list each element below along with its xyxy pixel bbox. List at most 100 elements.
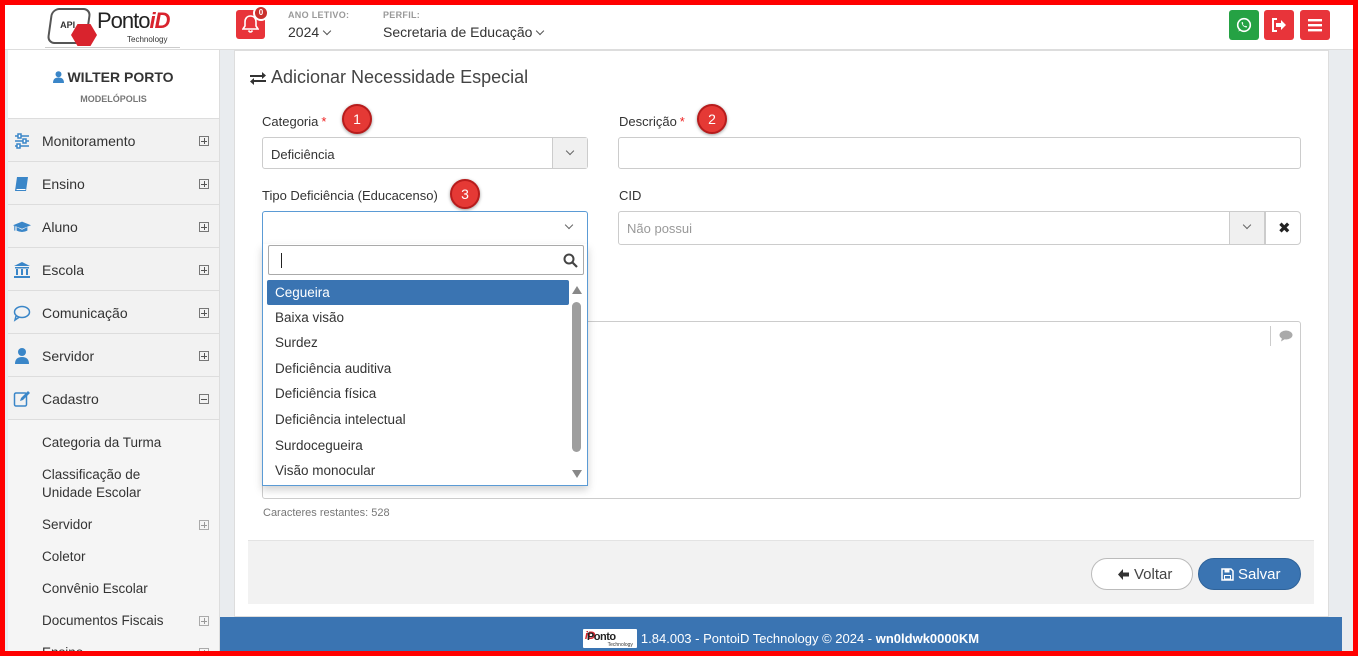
tipo-deficiencia-select[interactable] [262, 211, 588, 245]
school-year-value: 2024 [288, 24, 320, 40]
book-icon [15, 177, 28, 191]
sidebar-subitem-documentos-fiscais[interactable]: Documentos Fiscais [8, 612, 219, 630]
top-bar: API PontoiD Technology 0 ANO LETIVO: 202… [0, 0, 1358, 50]
cid-label: CID [619, 188, 642, 203]
back-button[interactable]: Voltar [1091, 558, 1193, 590]
expand-icon [199, 648, 209, 656]
collapse-icon [199, 394, 209, 404]
hamburger-icon [1308, 19, 1322, 32]
user-panel: WILTER PORTO MODELÓPOLIS [8, 50, 219, 119]
user-city: MODELÓPOLIS [80, 94, 147, 104]
categoria-select[interactable]: Deficiência [262, 137, 588, 169]
tipo-deficiencia-label: Tipo Deficiência (Educacenso) [262, 188, 438, 203]
sidebar-item-aluno[interactable]: Aluno [8, 205, 219, 248]
pontoid-logo[interactable]: API PontoiD Technology [45, 6, 180, 48]
sidebar-subitem-coletor[interactable]: Coletor [8, 548, 219, 566]
dropdown-option-surdocegueira[interactable]: Surdocegueira [267, 433, 569, 458]
logout-button[interactable] [1264, 10, 1294, 40]
categoria-label: Categoria * [262, 114, 327, 129]
sidebar: WILTER PORTO MODELÓPOLIS Monitoramento E… [8, 50, 220, 656]
school-year-label: ANO LETIVO: [288, 10, 350, 20]
step-marker-2: 2 [697, 104, 727, 134]
expand-icon [199, 616, 209, 626]
sign-out-icon [1272, 18, 1286, 32]
exchange-icon [250, 72, 266, 85]
dropdown-option-deficiencia-fisica[interactable]: Deficiência física [267, 381, 569, 406]
dropdown-option-visao-monocular[interactable]: Visão monocular [267, 458, 569, 483]
dropdown-search-input[interactable] [268, 245, 584, 275]
chevron-down-icon[interactable] [552, 138, 587, 168]
dropdown-option-cegueira[interactable]: Cegueira [267, 280, 569, 305]
chevron-down-icon [536, 26, 545, 36]
sidebar-item-servidor[interactable]: Servidor [8, 334, 219, 377]
dropdown-option-baixa-visao[interactable]: Baixa visão [267, 305, 569, 330]
page-footer: Ponto iD Technology 1.84.003 - PontoiD Tech… [220, 617, 1342, 656]
sidebar-item-cadastro[interactable]: Cadastro [8, 377, 219, 420]
descricao-label: Descrição * [619, 114, 685, 129]
close-icon: ✖ [1278, 220, 1291, 237]
sidebar-subitem-classificacao-unidade-escolar[interactable]: Classificação de Unidade Escolar [8, 466, 219, 502]
footer-build-id: wn0ldwk0000KM [875, 631, 980, 646]
sidebar-subitem-servidor[interactable]: Servidor [8, 516, 219, 534]
whatsapp-button[interactable] [1229, 10, 1259, 40]
dropdown-option-deficiencia-intelectual[interactable]: Deficiência intelectual [267, 407, 569, 432]
user-icon [53, 71, 65, 83]
whatsapp-icon [1236, 17, 1252, 33]
cid-select[interactable]: Não possui [618, 211, 1265, 245]
dropdown-option-deficiencia-auditiva[interactable]: Deficiência auditiva [267, 356, 569, 381]
scroll-down-arrow-icon[interactable] [572, 470, 582, 478]
sliders-icon [15, 133, 29, 149]
step-marker-1: 1 [342, 104, 372, 134]
chars-remaining: Caracteres restantes: 528 [263, 507, 390, 519]
scrollbar-thumb[interactable] [572, 302, 581, 452]
expand-icon [199, 265, 209, 275]
footer-logo: Ponto iD Technology [582, 629, 637, 648]
comment-toolbar [1270, 326, 1300, 346]
school-year-selector[interactable]: ANO LETIVO: 2024 [288, 10, 349, 40]
main-menu-button[interactable] [1300, 10, 1330, 40]
user-name: WILTER PORTO [67, 69, 174, 85]
chevron-down-icon[interactable] [552, 212, 587, 242]
expand-icon [199, 136, 209, 146]
profile-label: PERFIL: [383, 10, 421, 20]
categoria-value: Deficiência [271, 147, 335, 162]
institution-icon [14, 262, 30, 278]
footer-version-text: 1.84.003 - PontoiD Technology © 2024 - [640, 631, 876, 646]
chevron-down-icon[interactable] [1229, 212, 1264, 244]
sidebar-subitem-categoria-da-turma[interactable]: Categoria da Turma [8, 434, 219, 452]
sidebar-item-escola[interactable]: Escola [8, 248, 219, 291]
cadastro-submenu: Categoria da Turma Classificação de Unid… [8, 420, 219, 656]
search-icon [563, 253, 578, 268]
sidebar-subitem-ensino[interactable]: Ensino [8, 644, 219, 656]
scroll-up-arrow-icon[interactable] [572, 286, 582, 294]
cid-clear-button[interactable]: ✖ [1265, 211, 1301, 245]
profile-selector[interactable]: PERFIL: Secretaria de Educação [383, 10, 545, 40]
chat-bubble-icon [13, 305, 31, 322]
page-title: Adicionar Necessidade Especial [249, 67, 528, 88]
expand-icon [199, 308, 209, 318]
sidebar-item-ensino[interactable]: Ensino [8, 162, 219, 205]
cid-placeholder: Não possui [627, 221, 693, 236]
edit-icon [13, 391, 30, 407]
expand-icon [199, 520, 209, 530]
expand-icon [199, 222, 209, 232]
sidebar-subitem-convenio-escolar[interactable]: Convênio Escolar [8, 580, 219, 598]
tipo-deficiencia-dropdown: Cegueira Baixa visão Surdez Deficiência … [262, 244, 588, 486]
dropdown-option-surdez[interactable]: Surdez [267, 330, 569, 355]
notifications-button[interactable]: 0 [236, 5, 269, 39]
descricao-input[interactable] [618, 137, 1301, 169]
expand-icon [199, 351, 209, 361]
sidebar-item-monitoramento[interactable]: Monitoramento [8, 119, 219, 162]
notification-count-badge: 0 [253, 5, 269, 21]
comment-icon [1279, 330, 1293, 342]
profile-value: Secretaria de Educação [383, 24, 533, 40]
sidebar-item-comunicacao[interactable]: Comunicação [8, 291, 219, 334]
expand-icon [199, 179, 209, 189]
graduation-cap-icon [13, 221, 31, 232]
logo-brand: PontoiD [97, 8, 171, 33]
dropdown-scrollbar[interactable] [569, 282, 585, 478]
arrow-left-icon [1118, 569, 1129, 580]
user-icon [15, 348, 29, 364]
floppy-disk-icon [1221, 568, 1234, 581]
save-button[interactable]: Salvar [1198, 558, 1301, 590]
